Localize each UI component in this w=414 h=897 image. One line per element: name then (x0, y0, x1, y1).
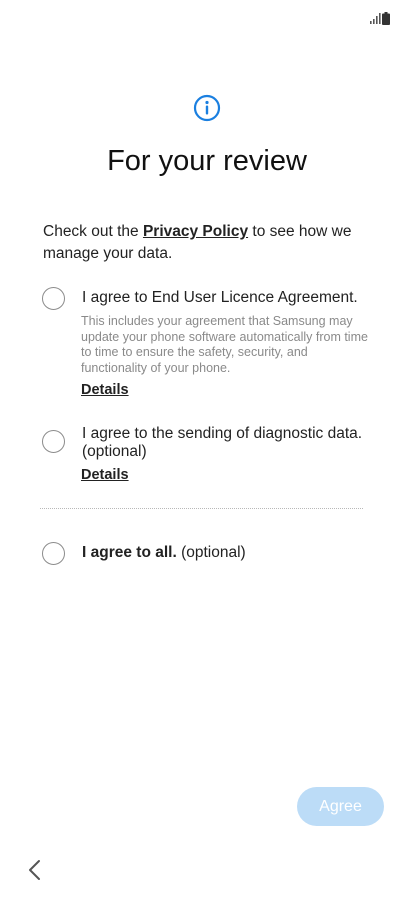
divider (40, 508, 363, 509)
diagnostic-label[interactable]: I agree to the sending of diagnostic dat… (82, 425, 372, 461)
agree-all-optional: (optional) (176, 544, 246, 561)
diagnostic-details-link[interactable]: Details (81, 467, 129, 483)
info-icon (193, 94, 221, 122)
battery-icon (382, 12, 390, 25)
eula-details-link[interactable]: Details (81, 382, 129, 398)
eula-description: This includes your agreement that Samsun… (81, 314, 368, 375)
signal-icon (370, 13, 381, 24)
intro-text: Check out the Privacy Policy to see how … (43, 221, 378, 265)
eula-label[interactable]: I agree to End User Licence Agreement. (82, 289, 382, 307)
chevron-left-icon[interactable] (26, 858, 44, 882)
agree-all-radio[interactable] (42, 542, 65, 565)
agree-all-bold: I agree to all. (82, 544, 177, 561)
diagnostic-radio[interactable] (42, 430, 65, 453)
page-title: For your review (107, 145, 307, 177)
privacy-policy-link[interactable]: Privacy Policy (143, 223, 248, 240)
agree-button[interactable]: Agree (297, 787, 384, 826)
eula-radio[interactable] (42, 287, 65, 310)
status-bar (0, 0, 414, 28)
intro-prefix: Check out the (43, 223, 143, 240)
agree-all-label[interactable]: I agree to all. (optional) (82, 544, 246, 562)
